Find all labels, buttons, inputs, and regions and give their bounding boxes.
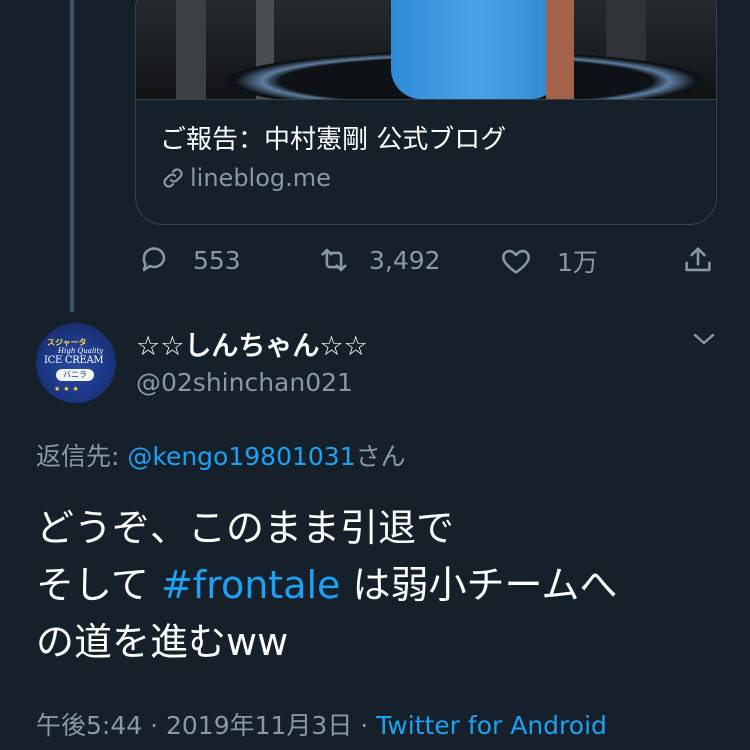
like-button[interactable]: 1万	[499, 243, 598, 279]
link-preview-title: ご報告：中村憲剛 公式ブログ	[160, 125, 507, 155]
user-handle[interactable]: @02shinchan021	[136, 368, 353, 397]
reply-button[interactable]: 553	[137, 243, 241, 277]
display-name[interactable]: ☆☆しんちゃん☆☆	[136, 324, 368, 363]
link-preview-image	[136, 0, 716, 100]
tweet-time[interactable]: 午後5:44	[36, 711, 142, 740]
like-count: 1万	[557, 248, 598, 277]
reply-icon	[142, 247, 166, 272]
retweet-count: 3,492	[369, 245, 441, 275]
mention-link[interactable]: @kengo19801031	[127, 442, 355, 471]
tweet-source-link[interactable]: Twitter for Android	[376, 711, 607, 740]
link-preview-domain: lineblog.me	[160, 164, 331, 192]
tweet-metadata: 午後5:44 · 2019年11月3日 · Twitter for Androi…	[36, 711, 607, 740]
hashtag-link[interactable]: #frontale	[161, 563, 340, 607]
tweet-text-line: どうぞ、このまま引退で	[36, 506, 455, 550]
tweet-text-line: そして #frontale は弱小チームへ	[36, 563, 618, 607]
tweet-action-bar: 553 3,492 1万	[0, 243, 750, 287]
share-button[interactable]	[681, 243, 715, 277]
reply-count: 553	[193, 245, 241, 275]
link-domain-text: lineblog.me	[190, 164, 331, 192]
tweet-text: どうぞ、このまま引退で そして #frontale は弱小チームへ の道を進むw…	[36, 500, 726, 671]
tweet-date[interactable]: 2019年11月3日	[166, 711, 352, 740]
tweet-text-line: の道を進むww	[36, 620, 289, 664]
share-icon	[685, 247, 711, 272]
replying-to-label: 返信先:	[36, 442, 128, 471]
replying-to-line: 返信先: @kengo19801031さん	[36, 437, 406, 473]
like-icon	[502, 249, 530, 274]
retweet-button[interactable]: 3,492	[317, 243, 441, 277]
link-icon	[163, 168, 183, 188]
replying-to-suffix: さん	[355, 442, 406, 471]
tweet-detail-page: ご報告：中村憲剛 公式ブログ lineblog.me 553 3,492 1万 …	[0, 0, 750, 750]
chevron-down-icon[interactable]	[690, 328, 718, 350]
retweet-icon	[321, 248, 347, 272]
link-preview-card[interactable]: ご報告：中村憲剛 公式ブログ lineblog.me	[135, 0, 717, 225]
avatar[interactable]: スジャータ High Quality ICE CREAM バニラ ★★★	[36, 323, 116, 403]
avatar-logo: スジャータ High Quality ICE CREAM バニラ ★★★	[44, 337, 104, 393]
